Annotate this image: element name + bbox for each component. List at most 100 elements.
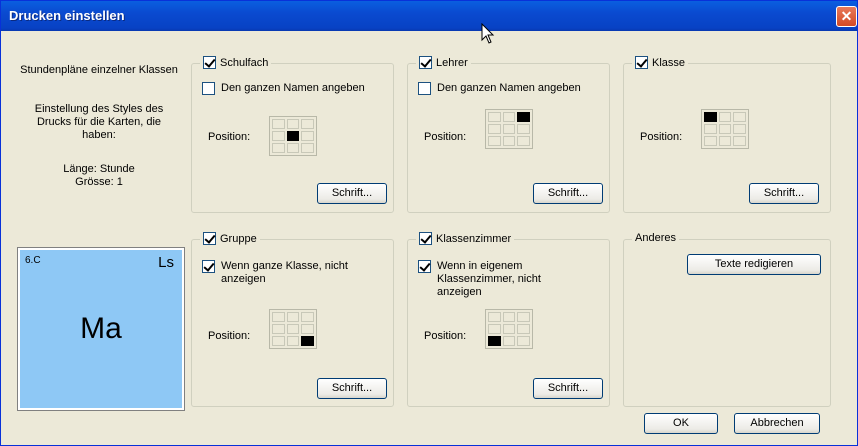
position-cell[interactable] [488, 324, 501, 334]
position-cell[interactable] [502, 312, 516, 322]
schulfach-label: Schulfach [220, 56, 269, 69]
position-cell[interactable] [502, 124, 516, 134]
klassenzimmer-font-button[interactable]: Schrift... [533, 378, 603, 399]
position-cell[interactable] [517, 136, 530, 146]
position-cell[interactable] [488, 124, 501, 134]
mouse-cursor-icon [481, 23, 495, 44]
position-cell[interactable] [286, 312, 300, 322]
position-cell[interactable] [286, 131, 300, 141]
position-cell[interactable] [704, 112, 717, 122]
position-cell[interactable] [286, 119, 300, 129]
position-cell[interactable] [488, 112, 501, 122]
klassenzimmer-checkbox[interactable] [419, 232, 432, 245]
gruppe-label: Gruppe [220, 232, 257, 245]
anderes-legend: Anderes [632, 232, 679, 244]
gruppe-position-grid[interactable] [269, 309, 317, 349]
schulfach-legend[interactable]: Schulfach [200, 56, 272, 69]
schulfach-fullname-option[interactable]: Den ganzen Namen angeben [202, 82, 365, 95]
position-cell[interactable] [502, 112, 516, 122]
gruppe-font-button[interactable]: Schrift... [317, 378, 387, 399]
position-cell[interactable] [502, 324, 516, 334]
position-cell[interactable] [488, 136, 501, 146]
position-cell[interactable] [272, 312, 285, 322]
position-cell[interactable] [517, 312, 530, 322]
schulfach-checkbox[interactable] [203, 56, 216, 69]
position-cell[interactable] [718, 124, 732, 134]
dialog-title: Drucken einstellen [9, 8, 125, 23]
klassenzimmer-legend[interactable]: Klassenzimmer [416, 232, 515, 245]
position-cell[interactable] [502, 336, 516, 346]
group-klasse: Klasse Position: Schrift... [623, 56, 831, 213]
position-cell[interactable] [272, 324, 285, 334]
position-cell[interactable] [301, 131, 314, 141]
lehrer-position-grid[interactable] [485, 109, 533, 149]
schulfach-font-button[interactable]: Schrift... [317, 183, 387, 204]
position-cell[interactable] [301, 312, 314, 322]
lehrer-label: Lehrer [436, 56, 468, 69]
lehrer-fullname-checkbox[interactable] [418, 82, 431, 95]
schulfach-position-label: Position: [208, 131, 251, 143]
klassenzimmer-hide-option[interactable]: Wenn in eigenem Klassenzimmer, nicht anz… [418, 260, 567, 299]
position-cell[interactable] [704, 124, 717, 134]
info-description: Einstellung des Styles des Drucks für di… [34, 103, 164, 141]
edit-texts-button[interactable]: Texte redigieren [687, 254, 821, 275]
klasse-font-button[interactable]: Schrift... [749, 183, 819, 204]
position-cell[interactable] [286, 143, 300, 153]
position-cell[interactable] [733, 136, 746, 146]
position-cell[interactable] [488, 336, 501, 346]
position-cell[interactable] [502, 136, 516, 146]
lehrer-checkbox[interactable] [419, 56, 432, 69]
schulfach-fullname-label: Den ganzen Namen angeben [221, 82, 365, 94]
gruppe-position-label: Position: [208, 330, 251, 342]
gruppe-checkbox[interactable] [203, 232, 216, 245]
position-cell[interactable] [301, 324, 314, 334]
group-gruppe: Gruppe Wenn ganze Klasse, nicht anzeigen… [191, 232, 394, 407]
position-cell[interactable] [286, 336, 300, 346]
lehrer-fullname-option[interactable]: Den ganzen Namen angeben [418, 82, 581, 95]
position-cell[interactable] [272, 336, 285, 346]
print-settings-dialog: Drucken einstellen ✕ Stundenpläne einzel… [0, 0, 858, 446]
position-cell[interactable] [488, 312, 501, 322]
position-cell[interactable] [718, 112, 732, 122]
position-cell[interactable] [272, 119, 285, 129]
klasse-checkbox[interactable] [635, 56, 648, 69]
position-cell[interactable] [272, 131, 285, 141]
position-cell[interactable] [718, 136, 732, 146]
group-lehrer: Lehrer Den ganzen Namen angeben Position… [407, 56, 610, 213]
position-cell[interactable] [517, 124, 530, 134]
group-klassenzimmer: Klassenzimmer Wenn in eigenem Klassenzim… [407, 232, 610, 407]
position-cell[interactable] [286, 324, 300, 334]
info-length: Länge: Stunde [63, 163, 135, 175]
klassenzimmer-hide-label: Wenn in eigenem Klassenzimmer, nicht anz… [437, 260, 541, 298]
position-cell[interactable] [301, 143, 314, 153]
anderes-label: Anderes [635, 232, 676, 244]
lehrer-fullname-label: Den ganzen Namen angeben [437, 82, 581, 94]
title-bar[interactable]: Drucken einstellen ✕ [1, 1, 857, 44]
lehrer-legend[interactable]: Lehrer [416, 56, 471, 69]
position-cell[interactable] [733, 124, 746, 134]
position-cell[interactable] [517, 336, 530, 346]
position-cell[interactable] [301, 336, 314, 346]
position-cell[interactable] [301, 119, 314, 129]
gruppe-hide-checkbox[interactable] [202, 260, 215, 273]
lehrer-font-button[interactable]: Schrift... [533, 183, 603, 204]
klasse-position-grid[interactable] [701, 109, 749, 149]
position-cell[interactable] [517, 324, 530, 334]
gruppe-legend[interactable]: Gruppe [200, 232, 260, 245]
close-button[interactable]: ✕ [836, 6, 857, 27]
klassenzimmer-label: Klassenzimmer [436, 232, 512, 245]
gruppe-hide-label: Wenn ganze Klasse, nicht anzeigen [221, 260, 348, 285]
schulfach-position-grid[interactable] [269, 116, 317, 156]
ok-button[interactable]: OK [644, 413, 718, 434]
klasse-legend[interactable]: Klasse [632, 56, 689, 69]
position-cell[interactable] [272, 143, 285, 153]
position-cell[interactable] [517, 112, 530, 122]
position-cell[interactable] [733, 112, 746, 122]
schulfach-fullname-checkbox[interactable] [202, 82, 215, 95]
lehrer-position-label: Position: [424, 131, 467, 143]
position-cell[interactable] [704, 136, 717, 146]
gruppe-hide-option[interactable]: Wenn ganze Klasse, nicht anzeigen [202, 260, 381, 286]
klassenzimmer-hide-checkbox[interactable] [418, 260, 431, 273]
cancel-button[interactable]: Abbrechen [734, 413, 820, 434]
klassenzimmer-position-grid[interactable] [485, 309, 533, 349]
